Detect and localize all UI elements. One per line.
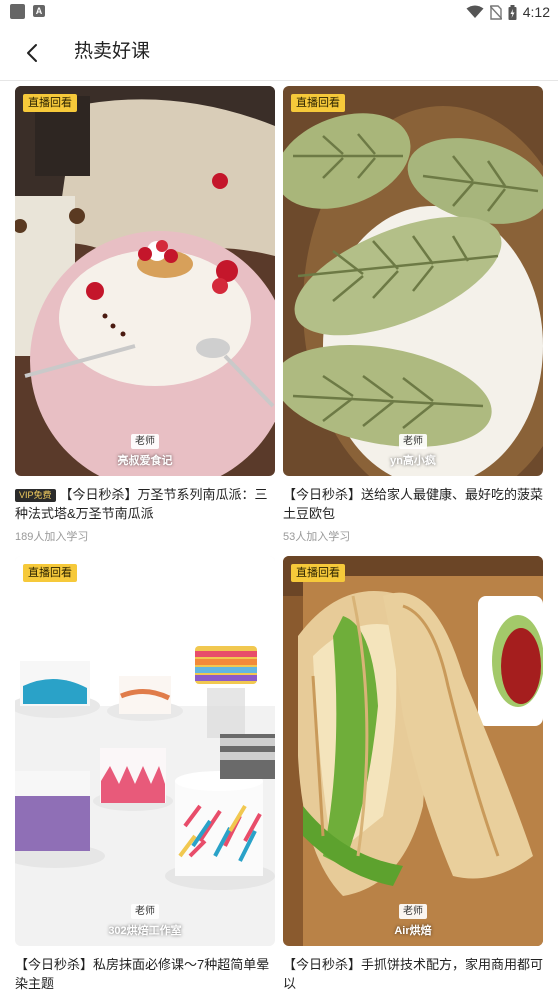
teacher-name: Air烘焙	[394, 925, 432, 937]
teacher-label: 老师 yn高小疯	[283, 434, 543, 468]
course-title[interactable]: 【今日秒杀】私房抹面必修课～7种超简单晕染主题	[15, 955, 275, 992]
teacher-name: 亮叔爱食记	[117, 455, 173, 467]
course-card[interactable]: 直播回看 老师 yn高小疯 【今日秒杀】送给家人最健康、最好吃的菠菜土豆欧包 5…	[283, 86, 543, 544]
spinach-bread-photo	[283, 86, 543, 476]
teacher-role: 老师	[399, 904, 427, 919]
course-thumbnail[interactable]: 直播回看 老师 Air烘焙	[283, 556, 543, 946]
replay-badge: 直播回看	[291, 94, 345, 112]
status-icons: 4:12	[466, 2, 550, 22]
teacher-role: 老师	[131, 904, 159, 919]
clock: 4:12	[522, 4, 550, 20]
course-title-text: 【今日秒杀】手抓饼技术配方，家用商用都可以	[283, 957, 544, 991]
app-notification-icon	[10, 4, 25, 19]
teacher-name: yn高小疯	[390, 455, 436, 467]
teacher-name: 302烘焙工作室	[108, 925, 182, 937]
course-title-text: 【今日秒杀】送给家人最健康、最好吃的菠菜土豆欧包	[283, 487, 544, 521]
page-title: 热卖好课	[74, 41, 151, 62]
painted-cakes-photo	[15, 556, 275, 946]
back-arrow-icon[interactable]	[20, 40, 46, 66]
learner-count: 189人加入学习	[15, 531, 89, 543]
learner-count: 53人加入学习	[283, 531, 351, 543]
no-sim-icon	[489, 4, 502, 20]
course-card[interactable]: 直播回看 老师 302烘焙工作室 【今日秒杀】私房抹面必修课～7种超简单晕染主题	[15, 556, 275, 992]
status-bar: A 4:12	[0, 0, 558, 24]
wifi-icon	[466, 5, 484, 18]
vip-badge: VIP免费	[15, 489, 56, 502]
teacher-label: 老师 302烘焙工作室	[15, 904, 275, 938]
pancake-photo	[283, 556, 543, 946]
course-title-text: 【今日秒杀】私房抹面必修课～7种超简单晕染主题	[15, 957, 270, 991]
course-title[interactable]: 【今日秒杀】送给家人最健康、最好吃的菠菜土豆欧包	[283, 485, 543, 523]
tart-photo	[15, 86, 275, 476]
header-bar: 热卖好课	[0, 24, 558, 81]
teacher-label: 老师 亮叔爱食记	[15, 434, 275, 468]
course-thumbnail[interactable]: 直播回看 老师 yn高小疯	[283, 86, 543, 476]
a-notification-icon: A	[33, 5, 45, 17]
course-title[interactable]: VIP免费 【今日秒杀】万圣节系列南瓜派：三种法式塔&万圣节南瓜派	[15, 485, 275, 523]
course-card[interactable]: 直播回看 老师 亮叔爱食记 VIP免费 【今日秒杀】万圣节系列南瓜派：三种法式塔&…	[15, 86, 275, 544]
course-thumbnail[interactable]: 直播回看 老师 302烘焙工作室	[15, 556, 275, 946]
replay-badge: 直播回看	[291, 564, 345, 582]
battery-icon	[508, 4, 517, 20]
replay-badge: 直播回看	[23, 94, 77, 112]
teacher-role: 老师	[399, 434, 427, 449]
replay-badge: 直播回看	[23, 564, 77, 582]
teacher-label: 老师 Air烘焙	[283, 904, 543, 938]
course-thumbnail[interactable]: 直播回看 老师 亮叔爱食记	[15, 86, 275, 476]
course-card[interactable]: 直播回看 老师 Air烘焙 【今日秒杀】手抓饼技术配方，家用商用都可以	[283, 556, 543, 992]
teacher-role: 老师	[131, 434, 159, 449]
course-title[interactable]: 【今日秒杀】手抓饼技术配方，家用商用都可以	[283, 955, 543, 992]
